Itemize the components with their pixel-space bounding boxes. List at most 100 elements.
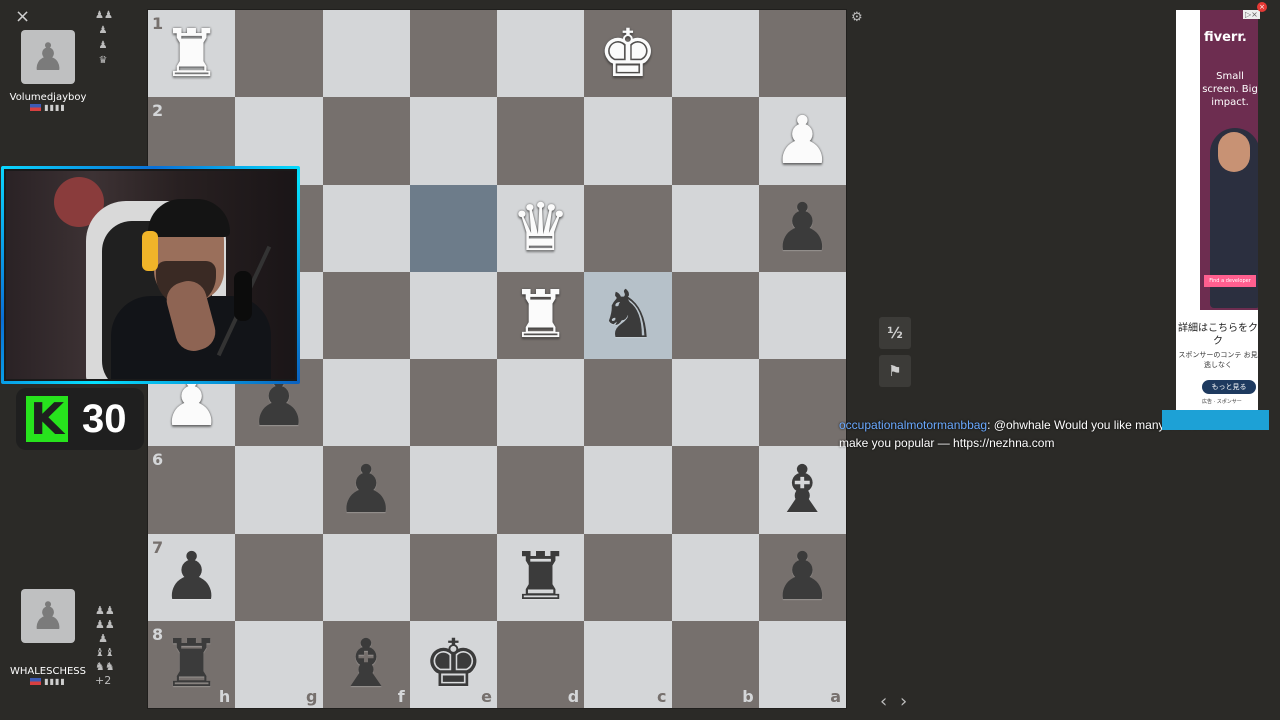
square-f6[interactable]: ♟ (322, 446, 410, 534)
square-c7[interactable] (584, 533, 672, 621)
black-pawn-icon[interactable]: ♟ (773, 544, 832, 610)
square-f4[interactable] (322, 271, 410, 359)
square-g7[interactable] (235, 533, 323, 621)
square-g1[interactable] (235, 10, 323, 98)
top-player-name[interactable]: Volumedjayboy (0, 92, 108, 103)
white-queen-icon[interactable]: ♛ (511, 195, 570, 261)
black-bishop-icon[interactable]: ♝ (773, 456, 832, 523)
offer-draw-button[interactable]: ½ (879, 317, 911, 349)
ad-close-icon[interactable]: × (1257, 2, 1267, 12)
square-c5[interactable] (584, 359, 672, 447)
ad-cta-button[interactable]: Find a developer (1204, 275, 1256, 287)
square-c1[interactable]: ♚ (584, 10, 672, 98)
square-f8[interactable]: f ♝ (322, 620, 410, 708)
square-d1[interactable] (497, 10, 585, 98)
square-c3[interactable] (584, 184, 672, 272)
bottom-player-flag: ▮▮▮▮ (0, 677, 108, 686)
square-d2[interactable] (497, 97, 585, 185)
square-a1[interactable] (758, 10, 846, 98)
ad-footer: 広告 · スポンサー (1202, 399, 1242, 405)
square-d7[interactable]: ♜ (497, 533, 585, 621)
black-rook-icon[interactable]: ♜ (162, 631, 221, 697)
next-move-icon[interactable]: › (900, 691, 907, 712)
square-a6[interactable]: ♝ (758, 446, 846, 534)
file-label-e: e (481, 687, 492, 706)
square-b2[interactable] (671, 97, 759, 185)
square-a2[interactable]: ♟ (758, 97, 846, 185)
square-a5[interactable] (758, 359, 846, 447)
white-pawn-icon[interactable]: ♟ (773, 107, 832, 174)
settings-icon[interactable]: ⚙ (851, 10, 863, 25)
rank-label-1: 1 (152, 14, 164, 33)
square-g8[interactable]: g (235, 620, 323, 708)
square-f7[interactable] (322, 533, 410, 621)
square-e6[interactable] (409, 446, 497, 534)
square-f5[interactable] (322, 359, 410, 447)
black-knight-icon[interactable]: ♞ (598, 282, 657, 348)
avatar-top[interactable]: ♟ (21, 30, 75, 84)
microphone-icon (234, 271, 252, 321)
square-c2[interactable] (584, 97, 672, 185)
square-c4[interactable]: ♞ (584, 271, 672, 359)
square-c8[interactable]: c (584, 620, 672, 708)
square-h6[interactable]: 6 (148, 446, 236, 534)
prev-move-icon[interactable]: ‹ (880, 691, 887, 712)
square-c6[interactable] (584, 446, 672, 534)
white-rook-icon[interactable]: ♜ (511, 282, 570, 348)
captured-piece-icon: ♟♟ (95, 604, 115, 617)
square-g6[interactable] (235, 446, 323, 534)
square-a3[interactable]: ♟ (758, 184, 846, 272)
ad-banner[interactable]: fiverr. Small screen. Big impact. Find a… (1176, 10, 1258, 410)
white-king-icon[interactable]: ♚ (598, 20, 657, 87)
square-b8[interactable]: b (671, 620, 759, 708)
square-d4[interactable]: ♜ (497, 271, 585, 359)
square-d6[interactable] (497, 446, 585, 534)
ad-info-icon[interactable]: ▷× (1243, 10, 1260, 19)
square-f3[interactable] (322, 184, 410, 272)
square-e2[interactable] (409, 97, 497, 185)
square-b3[interactable] (671, 184, 759, 272)
bottom-player-name[interactable]: WHALESCHESS (0, 666, 108, 677)
square-e7[interactable] (409, 533, 497, 621)
square-d3[interactable]: ♛ (497, 184, 585, 272)
square-e3[interactable] (409, 184, 497, 272)
square-e5[interactable] (409, 359, 497, 447)
square-h7[interactable]: 7 ♟ (148, 533, 236, 621)
square-e1[interactable] (409, 10, 497, 98)
ad-scroll-bar[interactable] (1162, 410, 1269, 430)
square-a4[interactable] (758, 271, 846, 359)
square-b7[interactable] (671, 533, 759, 621)
captured-pieces-bottom: ♟♟ ♟♟ ♟ ♝♝ ♞♞ +2 (95, 604, 115, 688)
black-bishop-icon[interactable]: ♝ (337, 631, 396, 697)
close-icon[interactable]: × (15, 6, 30, 27)
square-d8[interactable]: d (497, 620, 585, 708)
square-h1[interactable]: 1 ♜ (148, 10, 236, 98)
black-rook-icon[interactable]: ♜ (511, 544, 570, 610)
square-f2[interactable] (322, 97, 410, 185)
ad-more-button[interactable]: もっと見る (1202, 380, 1256, 394)
streamer-cap (148, 199, 230, 237)
square-h8[interactable]: 8 h ♜ (148, 620, 236, 708)
square-b5[interactable] (671, 359, 759, 447)
captured-piece-icon: ♞♞ (95, 660, 115, 673)
square-e8[interactable]: e ♚ (409, 620, 497, 708)
square-b6[interactable] (671, 446, 759, 534)
square-b1[interactable] (671, 10, 759, 98)
chat-username[interactable]: occupationalmotormanbbag (839, 418, 987, 432)
avatar-bottom[interactable]: ♟ (21, 589, 75, 643)
black-king-icon[interactable]: ♚ (424, 631, 483, 697)
black-pawn-icon[interactable]: ♟ (773, 195, 832, 261)
square-d5[interactable] (497, 359, 585, 447)
kick-logo-icon: K (26, 394, 68, 445)
white-rook-icon[interactable]: ♜ (162, 20, 221, 87)
ad-tagline: Small screen. Big impact. (1202, 71, 1258, 108)
square-a8[interactable]: a (758, 620, 846, 708)
square-e4[interactable] (409, 271, 497, 359)
file-label-a: a (830, 687, 841, 706)
black-pawn-icon[interactable]: ♟ (162, 544, 221, 610)
black-pawn-icon[interactable]: ♟ (337, 456, 396, 523)
resign-flag-icon[interactable]: ⚑ (879, 355, 911, 387)
square-a7[interactable]: ♟ (758, 533, 846, 621)
square-b4[interactable] (671, 271, 759, 359)
square-f1[interactable] (322, 10, 410, 98)
